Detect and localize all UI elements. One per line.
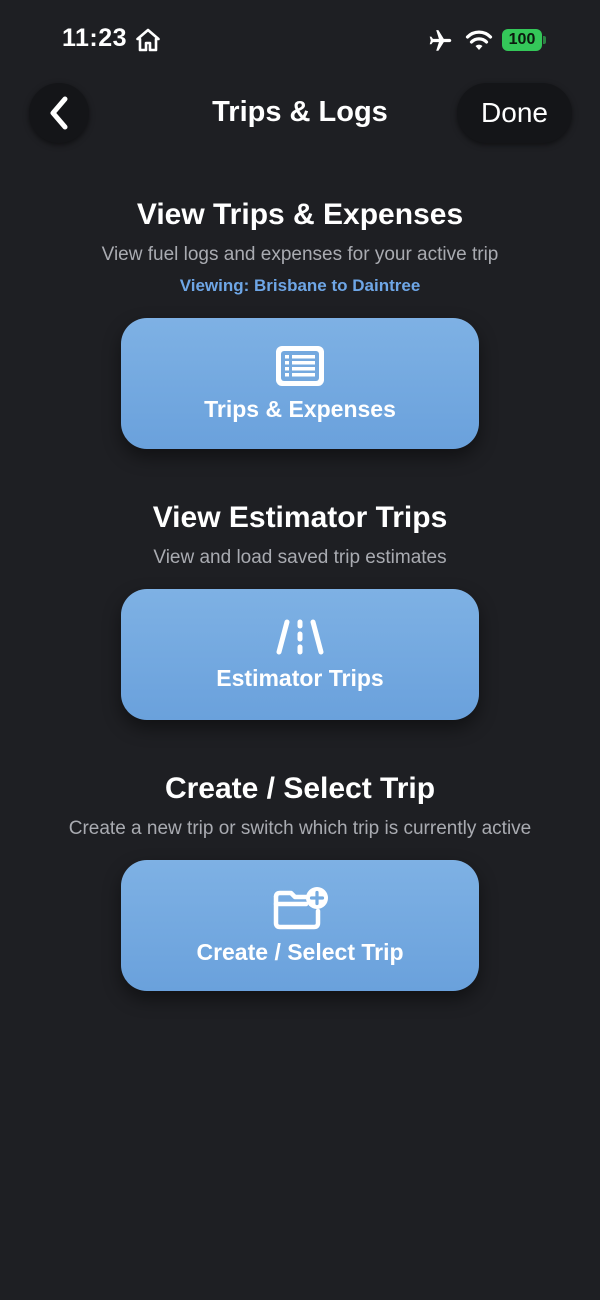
trips-logs-screen: 11:23 100 Trips & Logs Done View Trips &…	[0, 0, 600, 1300]
section-subtitle: View fuel logs and expenses for your act…	[101, 244, 499, 265]
home-icon	[136, 28, 160, 52]
section-subtitle: View and load saved trip estimates	[153, 547, 447, 568]
list-icon	[276, 346, 324, 386]
create-select-trip-button[interactable]: Create / Select Trip	[121, 860, 479, 991]
status-time: 11:23	[62, 24, 128, 52]
battery-cap	[543, 36, 546, 44]
airplane-icon	[429, 30, 452, 51]
section-title: View Estimator Trips	[152, 501, 448, 534]
section-subtitle: Create a new trip or switch which trip i…	[68, 818, 532, 839]
section-title: View Trips & Expenses	[136, 198, 464, 231]
trips-expenses-button[interactable]: Trips & Expenses	[121, 318, 479, 449]
done-button[interactable]: Done	[457, 83, 572, 143]
road-icon	[276, 619, 324, 655]
estimator-trips-button[interactable]: Estimator Trips	[121, 589, 479, 720]
section-title: Create / Select Trip	[164, 772, 436, 805]
battery-icon: 100	[502, 29, 542, 51]
active-trip-label: Viewing: Brisbane to Daintree	[179, 276, 421, 295]
create-select-trip-section: Create / Select Trip Create a new trip o…	[0, 772, 600, 840]
button-label: Estimator Trips	[216, 665, 384, 691]
trips-expenses-section: View Trips & Expenses View fuel logs and…	[0, 198, 600, 296]
folder-add-icon	[273, 887, 328, 930]
wifi-icon	[465, 30, 493, 50]
status-bar: 11:23 100	[0, 0, 600, 80]
button-label: Create / Select Trip	[196, 939, 404, 965]
battery-level: 100	[508, 31, 536, 48]
estimator-trips-section: View Estimator Trips View and load saved…	[0, 501, 600, 569]
button-label: Trips & Expenses	[204, 396, 396, 422]
